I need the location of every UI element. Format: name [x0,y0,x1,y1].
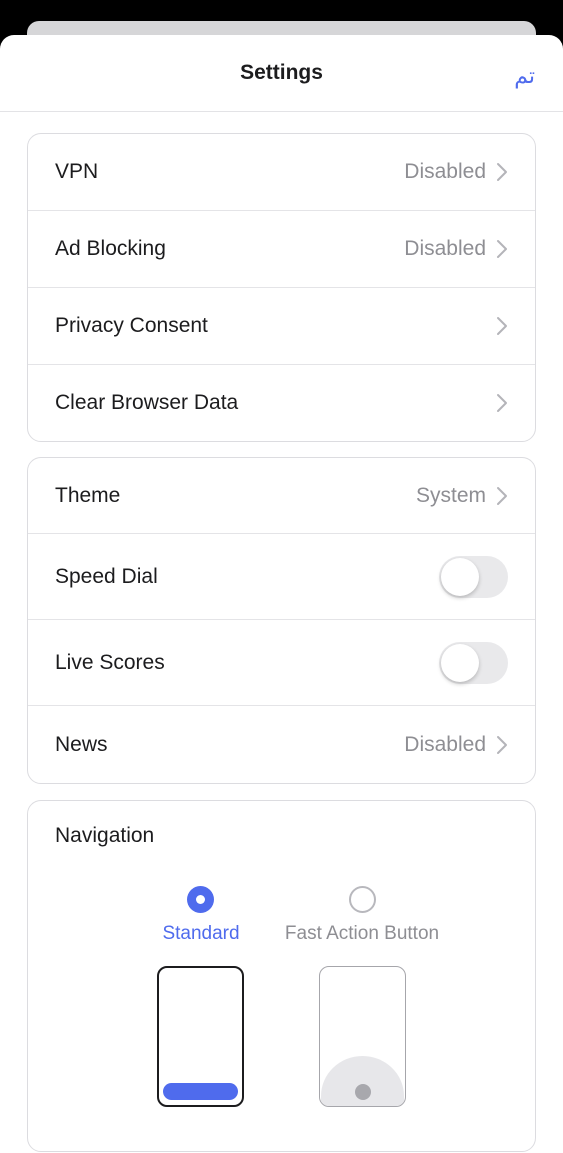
action-dot-icon [355,1084,371,1100]
theme-row[interactable]: Theme System [28,458,535,534]
chevron-right-icon [497,486,507,505]
fast-action-button-radio[interactable] [349,886,376,913]
done-button[interactable]: تم [514,63,535,89]
clear-browser-data-row[interactable]: Clear Browser Data [28,365,535,441]
standard-label[interactable]: Standard [141,923,261,945]
live-scores-toggle[interactable] [439,641,508,684]
navigation-title: Navigation [55,824,155,847]
live-scores-label: Live Scores [55,650,165,674]
news-label: News [55,732,108,756]
fast-action-button-preview[interactable] [319,966,406,1107]
privacy-consent-label: Privacy Consent [55,314,208,337]
toggle-knob [441,643,479,682]
fast-action-button-label[interactable]: Fast Action Button [272,923,452,945]
theme-label: Theme [55,483,121,507]
news-status: Disabled [404,732,486,756]
chevron-right-icon [497,240,507,258]
settings-sheet: Settings تم VPN Disabled Ad Blocking Dis… [0,35,563,1153]
page-title: Settings [240,61,323,84]
vpn-status: Disabled [404,160,486,183]
toggle-knob [441,557,479,596]
clear-browser-data-label: Clear Browser Data [55,391,239,414]
settings-group-1: VPN Disabled Ad Blocking Disabled Privac… [27,133,536,442]
privacy-consent-row[interactable]: Privacy Consent [28,288,535,365]
vpn-label: VPN [55,160,99,183]
bottom-bar-icon [163,1083,238,1100]
live-scores-row: Live Scores [28,620,535,706]
navigation-group: Navigation Standard Fast Action Button [27,800,536,1152]
chevron-right-icon [497,735,507,754]
vpn-row[interactable]: VPN Disabled [28,134,535,211]
ad-blocking-status: Disabled [404,237,486,260]
news-row[interactable]: News Disabled [28,706,535,783]
chevron-right-icon [497,394,507,412]
chevron-right-icon [497,317,507,335]
theme-value: System [415,483,486,507]
standard-preview[interactable] [157,966,244,1107]
ad-blocking-row[interactable]: Ad Blocking Disabled [28,211,535,288]
speed-dial-row: Speed Dial [28,534,535,620]
speed-dial-toggle[interactable] [439,555,508,598]
standard-radio[interactable] [187,886,214,913]
speed-dial-label: Speed Dial [55,564,158,588]
settings-group-2: Theme System Speed Dial Live Scores News… [27,457,536,784]
header: Settings تم [0,35,563,112]
ad-blocking-label: Ad Blocking [55,237,166,260]
chevron-right-icon [497,163,507,181]
